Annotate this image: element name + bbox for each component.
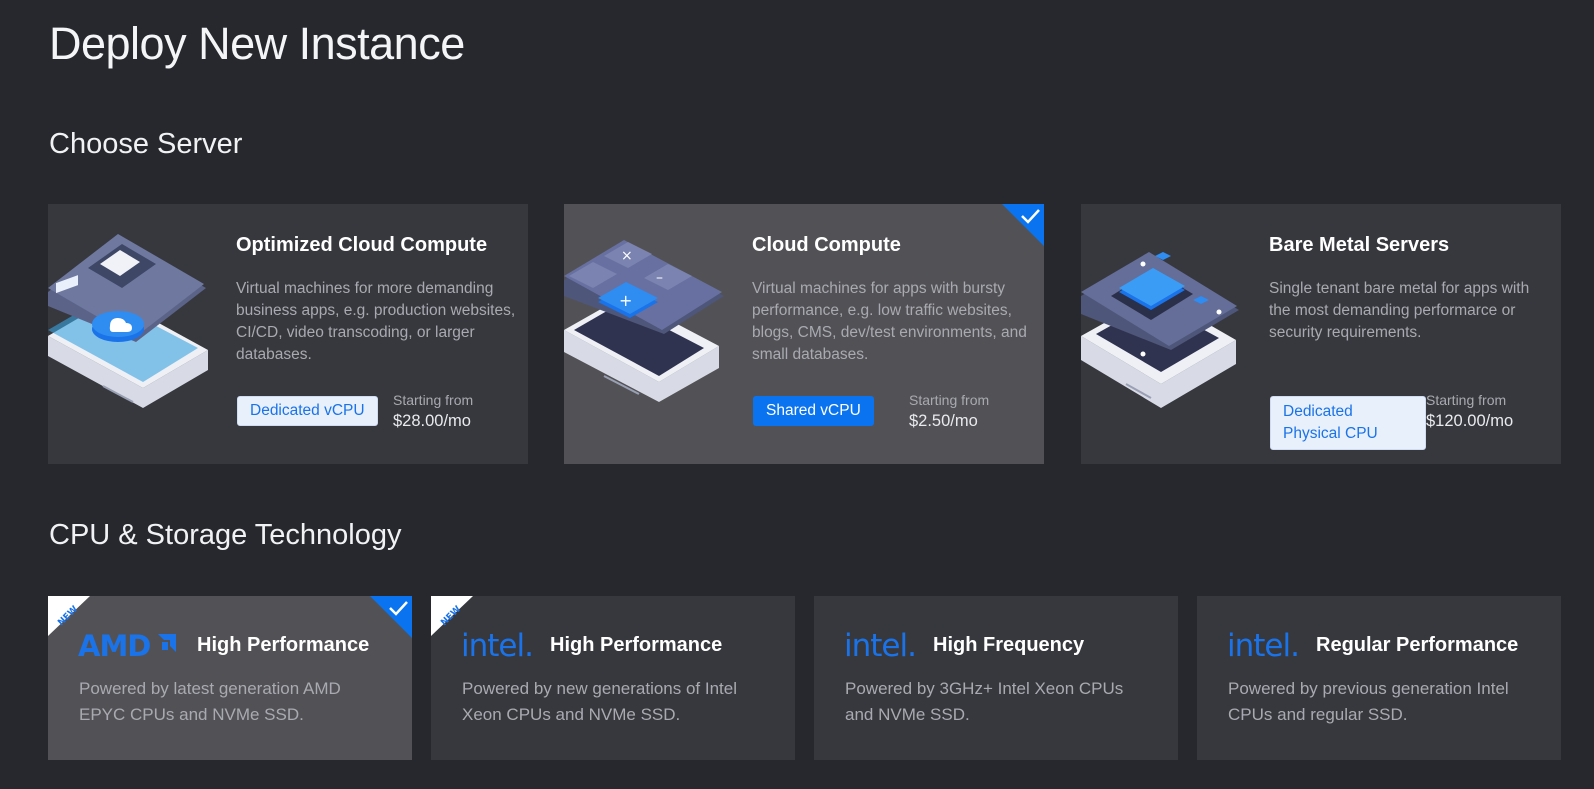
section-title-cpu-storage: CPU & Storage Technology — [49, 519, 402, 551]
server-cloud-chip-illustration-icon — [48, 234, 208, 408]
server-card-title: Cloud Compute — [752, 234, 901, 256]
cpu-type-badge: Shared vCPU — [753, 396, 874, 426]
svg-text:×: × — [621, 248, 633, 264]
deploy-page: Deploy New Instance Choose Server Optimi… — [0, 0, 1594, 789]
cpu-option-title: High Frequency — [933, 634, 1085, 656]
intel-logo-text: intel. — [461, 628, 533, 662]
price-value: $2.50/mo — [909, 412, 978, 430]
cpu-option-description: Powered by previous generation Intel CPU… — [1228, 679, 1509, 724]
price-label: Starting from — [909, 392, 990, 408]
price-label: Starting from — [1426, 392, 1507, 408]
server-card-bare-metal[interactable]: Bare Metal Servers Single tenant bare me… — [1081, 204, 1561, 464]
cpu-option-description: Powered by new generations of Intel Xeon… — [462, 679, 738, 724]
cpu-option-intel-high-frequency[interactable]: intel. High Frequency Powered by 3GHz+ I… — [814, 596, 1178, 760]
section-title-choose-server: Choose Server — [49, 128, 243, 160]
checkmark-icon — [1002, 204, 1044, 246]
svg-text:+: + — [619, 291, 632, 310]
cpu-option-title: High Performance — [550, 634, 723, 656]
cpu-option-amd-high-performance[interactable]: NEW AMD High Performance Powered by late… — [48, 596, 412, 760]
amd-logo: AMD — [78, 629, 176, 662]
cpu-option-title: Regular Performance — [1316, 634, 1519, 656]
server-card-description: Virtual machines for more demanding busi… — [236, 280, 516, 363]
server-card-title: Bare Metal Servers — [1269, 234, 1450, 256]
checkmark-icon — [370, 596, 412, 638]
intel-logo: intel. — [844, 628, 916, 662]
server-calculator-illustration-icon: × – + — [564, 240, 724, 402]
server-card-cloud-compute[interactable]: × – + Cloud Compute Virtual machines for… — [564, 204, 1044, 464]
price-value: $28.00/mo — [393, 412, 471, 430]
page-title: Deploy New Instance — [49, 18, 465, 69]
intel-logo: intel. — [1227, 628, 1299, 662]
intel-logo-text: intel. — [1227, 628, 1299, 662]
amd-logo-text: AMD — [78, 629, 150, 662]
price-value: $120.00/mo — [1426, 412, 1514, 430]
cpu-option-title: High Performance — [197, 634, 370, 656]
server-card-optimized-cloud-compute[interactable]: Optimized Cloud Compute Virtual machines… — [48, 204, 528, 464]
server-card-title: Optimized Cloud Compute — [236, 234, 488, 256]
cpu-option-intel-high-performance[interactable]: NEW intel. High Performance Powered by n… — [431, 596, 795, 760]
server-card-description: Single tenant bare metal for apps with t… — [1269, 280, 1530, 341]
svg-text:–: – — [656, 270, 663, 286]
cpu-option-description: Powered by 3GHz+ Intel Xeon CPUs and NVM… — [845, 679, 1124, 724]
cpu-type-badge: Dedicated vCPU — [237, 396, 378, 426]
cpu-option-description: Powered by latest generation AMD EPYC CP… — [79, 679, 341, 724]
price-label: Starting from — [393, 392, 474, 408]
server-cpu-die-illustration-icon — [1081, 252, 1239, 408]
server-card-description: Virtual machines for apps with bursty pe… — [752, 280, 1027, 363]
intel-logo: intel. — [461, 628, 533, 662]
cpu-option-intel-regular-performance[interactable]: intel. Regular Performance Powered by pr… — [1197, 596, 1561, 760]
cpu-type-badge: Dedicated Physical CPU — [1270, 396, 1426, 450]
intel-logo-text: intel. — [844, 628, 916, 662]
